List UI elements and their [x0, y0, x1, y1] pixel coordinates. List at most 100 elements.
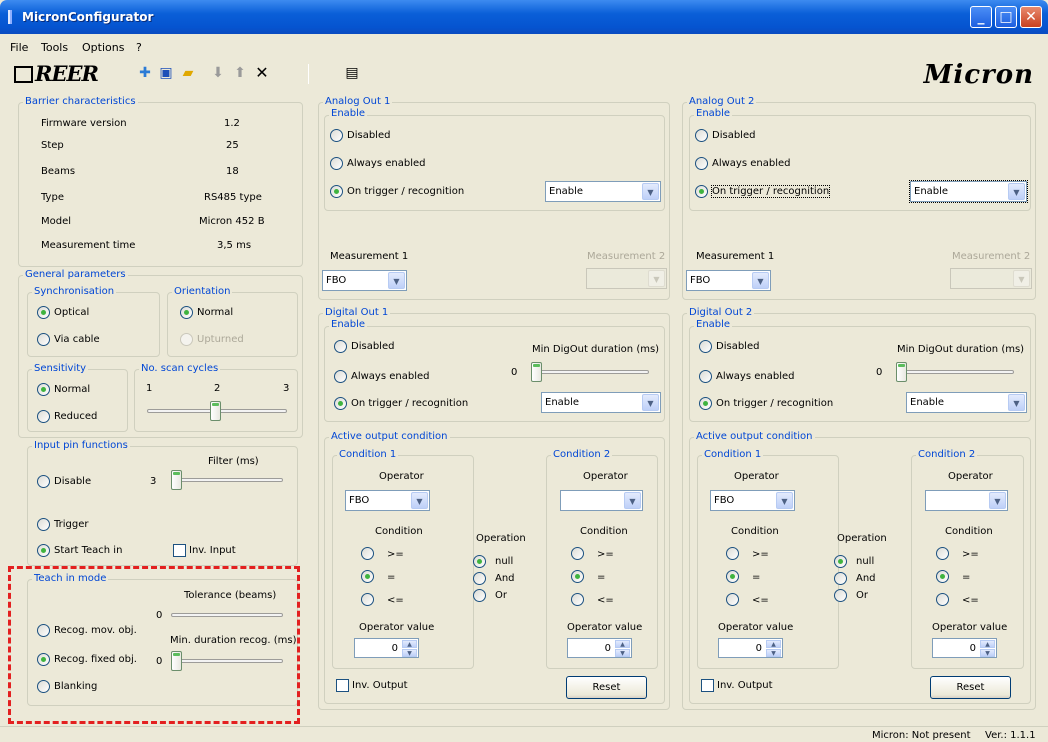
- dig1-and-radio[interactable]: [473, 572, 486, 585]
- chevron-down-icon: ▼: [1008, 183, 1025, 200]
- digital-out-1-disabled-radio[interactable]: [334, 340, 347, 353]
- digital-out-2-min-slider[interactable]: [896, 362, 907, 382]
- digital-out-2-enable-combo[interactable]: Enable ▼: [906, 392, 1027, 413]
- optical-radio[interactable]: [37, 306, 50, 319]
- dig1-c1-operator-combo[interactable]: FBO ▼: [345, 490, 430, 511]
- menu-help[interactable]: ?: [136, 41, 142, 54]
- dig1-inv-output-checkbox[interactable]: [336, 679, 349, 692]
- analog-out-2-m1-combo[interactable]: FBO ▼: [686, 270, 771, 291]
- dig1-c2-value-spinner[interactable]: 0 ▲ ▼: [567, 638, 632, 658]
- dig1-c1-eq-radio[interactable]: [361, 570, 374, 583]
- start-teach-label: Start Teach in: [54, 545, 123, 556]
- menu-file[interactable]: File: [10, 41, 28, 54]
- dig2-c2-eq-radio[interactable]: [936, 570, 949, 583]
- start-teach-radio[interactable]: [37, 544, 50, 557]
- analog-out-2-m2-combo[interactable]: ▼: [950, 268, 1032, 289]
- download-icon[interactable]: ⬇: [210, 65, 226, 81]
- spin-up-icon[interactable]: ▲: [980, 640, 995, 648]
- dig2-or-radio[interactable]: [834, 589, 847, 602]
- sensitivity-normal-label: Normal: [54, 384, 91, 395]
- dig1-reset-button[interactable]: Reset: [566, 676, 647, 699]
- dig1-null-radio[interactable]: [473, 555, 486, 568]
- spin-up-icon[interactable]: ▲: [402, 640, 417, 648]
- dig1-c2-ge-radio[interactable]: [571, 547, 584, 560]
- dig1-or-radio[interactable]: [473, 589, 486, 602]
- digital-out-2-always-label: Always enabled: [716, 371, 795, 382]
- analog-out-1-always-radio[interactable]: [330, 157, 343, 170]
- digital-out-2-trigger-radio[interactable]: [699, 397, 712, 410]
- dig2-c1-ge-radio[interactable]: [726, 547, 739, 560]
- firmware-label: Firmware version: [41, 118, 127, 129]
- menu-options[interactable]: Options: [82, 41, 124, 54]
- filter-label: Filter (ms): [208, 456, 259, 467]
- menu-tools[interactable]: Tools: [41, 41, 68, 54]
- dig2-c2-value-spinner[interactable]: 0 ▲ ▼: [932, 638, 997, 658]
- dig2-c1-le-radio[interactable]: [726, 593, 739, 606]
- save-icon[interactable]: ▣: [158, 65, 174, 81]
- upload-icon[interactable]: ⬆: [232, 65, 248, 81]
- digital-out-2-always-radio[interactable]: [699, 370, 712, 383]
- dig2-c2-le-radio[interactable]: [936, 593, 949, 606]
- dig2-null-radio[interactable]: [834, 555, 847, 568]
- spin-up-icon[interactable]: ▲: [615, 640, 630, 648]
- maximize-icon: □: [999, 9, 1013, 25]
- dig2-and-radio[interactable]: [834, 572, 847, 585]
- minimize-button[interactable]: _: [970, 6, 992, 28]
- spin-down-icon[interactable]: ▼: [766, 649, 781, 657]
- dig1-c1-le-radio[interactable]: [361, 593, 374, 606]
- analog-out-2-disabled-radio[interactable]: [695, 129, 708, 142]
- dig1-c2-operator-combo[interactable]: ▼: [560, 490, 643, 511]
- analog-out-1-disabled-radio[interactable]: [330, 129, 343, 142]
- normal-orientation-radio[interactable]: [180, 306, 193, 319]
- analog-out-1-trigger-radio[interactable]: [330, 185, 343, 198]
- analog-out-1-enable-combo[interactable]: Enable ▼: [545, 181, 661, 202]
- digital-out-2-disabled-radio[interactable]: [699, 340, 712, 353]
- disable-radio[interactable]: [37, 475, 50, 488]
- sensitivity-reduced-radio[interactable]: [37, 410, 50, 423]
- digital-out-1-disabled-label: Disabled: [351, 341, 395, 352]
- dig1-c1-opval-label: Operator value: [359, 622, 435, 633]
- digital-out-1-enable-combo[interactable]: Enable ▼: [541, 392, 661, 413]
- analog-out-2-enable-combo[interactable]: Enable ▼: [909, 180, 1028, 203]
- spin-down-icon[interactable]: ▼: [615, 649, 630, 657]
- active-output-condition-1-group: Active output condition Condition 1 Oper…: [324, 431, 665, 704]
- analog-out-1-m2-combo[interactable]: ▼: [586, 268, 667, 289]
- dig1-c2-eq-radio[interactable]: [571, 570, 584, 583]
- inv-input-checkbox[interactable]: [173, 544, 186, 557]
- dig2-c1-value-spinner[interactable]: 0 ▲ ▼: [718, 638, 783, 658]
- title-bar[interactable]: MicronConfigurator _ □ ✕: [0, 0, 1048, 34]
- spin-up-icon[interactable]: ▲: [766, 640, 781, 648]
- dig2-c1-operator-combo[interactable]: FBO ▼: [710, 490, 795, 511]
- new-icon[interactable]: ✚: [137, 65, 153, 81]
- via-cable-radio[interactable]: [37, 333, 50, 346]
- device-icon[interactable]: ▤: [344, 65, 360, 81]
- dig1-c1-ge-radio[interactable]: [361, 547, 374, 560]
- open-folder-icon[interactable]: ▰: [180, 65, 196, 81]
- digital-out-1-always-radio[interactable]: [334, 370, 347, 383]
- sensitivity-normal-radio[interactable]: [37, 383, 50, 396]
- upturned-radio[interactable]: [180, 333, 193, 346]
- maximize-button[interactable]: □: [995, 6, 1017, 28]
- reer-logo-text: REER: [35, 61, 99, 86]
- spin-down-icon[interactable]: ▼: [980, 649, 995, 657]
- dig2-c2-ge-radio[interactable]: [936, 547, 949, 560]
- digital-out-1-trigger-radio[interactable]: [334, 397, 347, 410]
- scan-cycles-slider[interactable]: [210, 401, 221, 421]
- close-button[interactable]: ✕: [1020, 6, 1042, 28]
- filter-slider[interactable]: [171, 470, 182, 490]
- dig2-c2-operator-combo[interactable]: ▼: [925, 490, 1008, 511]
- delete-icon[interactable]: ✕: [254, 65, 270, 81]
- spin-down-icon[interactable]: ▼: [402, 649, 417, 657]
- dig1-c1-value: 0: [391, 643, 398, 654]
- dig2-inv-output-checkbox[interactable]: [701, 679, 714, 692]
- dig2-c1-eq-radio[interactable]: [726, 570, 739, 583]
- dig1-c2-le-radio[interactable]: [571, 593, 584, 606]
- analog-out-2-trigger-radio[interactable]: [695, 185, 708, 198]
- digital-out-1-min-slider[interactable]: [531, 362, 542, 382]
- analog-out-2-always-radio[interactable]: [695, 157, 708, 170]
- digital-out-1-always-label: Always enabled: [351, 371, 430, 382]
- dig1-c1-value-spinner[interactable]: 0 ▲ ▼: [354, 638, 419, 658]
- dig2-reset-button[interactable]: Reset: [930, 676, 1011, 699]
- trigger-radio[interactable]: [37, 518, 50, 531]
- analog-out-1-m1-combo[interactable]: FBO ▼: [322, 270, 407, 291]
